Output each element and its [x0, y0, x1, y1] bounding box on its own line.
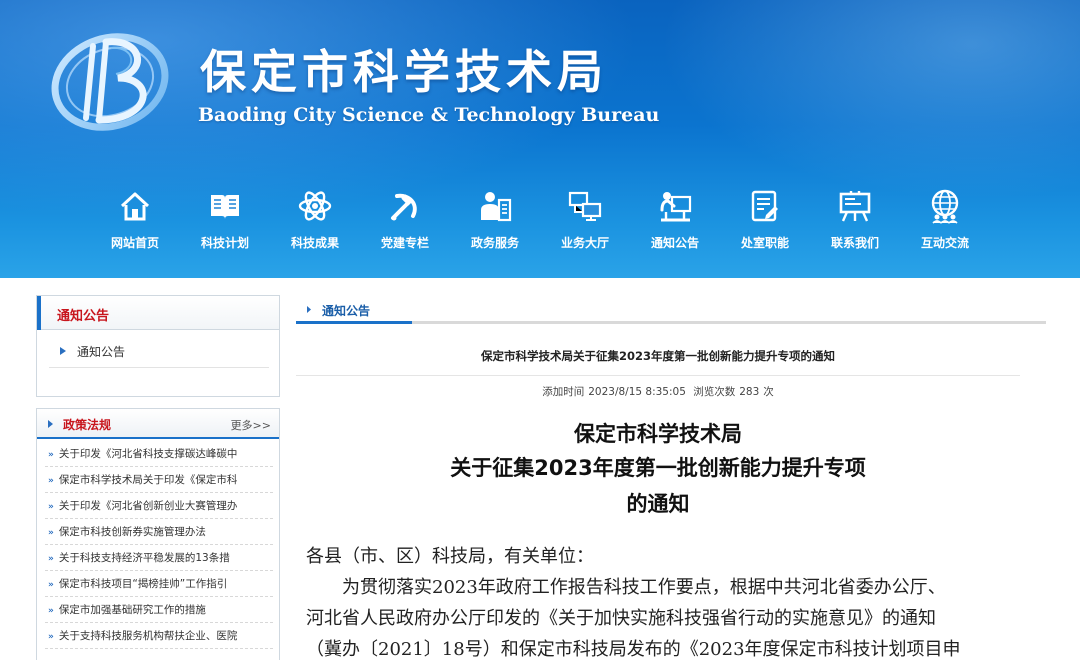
document-edit-icon: [747, 188, 783, 224]
site-subtitle: Baoding City Science & Technology Bureau: [198, 104, 660, 126]
breadcrumb-link[interactable]: 通知公告: [322, 302, 370, 319]
arrow-right-icon: [60, 347, 66, 355]
book-icon: [207, 188, 243, 224]
nav-item-plan[interactable]: 科技计划: [180, 188, 270, 268]
nav-label: 通知公告: [650, 236, 699, 250]
service-person-icon: [477, 188, 513, 224]
list-item[interactable]: » 保定市科学技术局关于印发《保定市科: [45, 467, 273, 493]
accent-bar: [37, 296, 41, 330]
arrow-right-icon: [307, 306, 311, 313]
list-item[interactable]: » 保定市科技创新券实施管理办法: [45, 519, 273, 545]
header-glow-right: [660, 0, 1080, 200]
arrow-right-icon: [48, 420, 53, 428]
policy-box: 政策法规 更多>> » 关于印发《河北省科技支撑碳达峰碳中 » 保定市科学技术局关于…: [36, 408, 280, 660]
sidebar-item-notices[interactable]: 通知公告: [49, 342, 269, 368]
list-item[interactable]: » 保定市科技项目“揭榜挂帅”工作指引: [45, 571, 273, 597]
list-item[interactable]: » 关于支持科技服务机构帮扶企业、医院: [45, 623, 273, 649]
nav-label: 网站首页: [110, 236, 159, 250]
list-item[interactable]: » 关于科技支持经济平稳发展的13条措: [45, 545, 273, 571]
document-body-line: 各县（市、区）科技局，有关单位：: [306, 546, 594, 567]
added-time-value: 2023/8/15 8:35:05: [588, 386, 686, 398]
double-arrow-icon: »: [48, 450, 54, 460]
policy-list: » 关于印发《河北省科技支撑碳达峰碳中 » 保定市科学技术局关于印发《保定市科 » 关…: [45, 441, 273, 649]
document-body-line: 河北省人民政府办公厅印发的《关于加快实施科技强省行动的实施意见》的通知: [306, 608, 936, 629]
nav-item-notices[interactable]: 通知公告: [630, 188, 720, 268]
article-meta: 添加时间 2023/8/15 8:35:05 浏览次数 283 次: [296, 384, 1020, 399]
nav-label: 党建专栏: [380, 236, 429, 250]
list-item[interactable]: » 关于印发《河北省科技支撑碳达峰碳中: [45, 441, 273, 467]
nav-item-home[interactable]: 网站首页: [90, 188, 180, 268]
double-arrow-icon: »: [48, 528, 54, 538]
list-item-text: 关于支持科技服务机构帮扶企业、医院: [58, 630, 238, 642]
views-label: 浏览次数: [693, 386, 736, 398]
nav-item-party[interactable]: 党建专栏: [360, 188, 450, 268]
nav-label: 联系我们: [830, 236, 879, 250]
nav-label: 处室职能: [740, 236, 789, 250]
nav-item-interaction[interactable]: 互动交流: [900, 188, 990, 268]
nav-label: 政务服务: [470, 236, 519, 250]
double-arrow-icon: »: [48, 632, 54, 642]
article-title: 保定市科学技术局关于征集2023年度第一批创新能力提升专项的通知: [480, 349, 835, 363]
list-item-text: 关于印发《河北省科技支撑碳达峰碳中: [58, 448, 238, 460]
added-time-label: 添加时间: [542, 386, 585, 398]
nav-item-gov-service[interactable]: 政务服务: [450, 188, 540, 268]
notice-box-title: 通知公告: [57, 309, 110, 324]
breadcrumb: 通知公告: [296, 296, 1046, 324]
notice-category-box: 通知公告 通知公告: [36, 295, 280, 397]
views-count: 283: [739, 386, 760, 398]
policy-box-title: 政策法规: [63, 418, 112, 432]
document-body-line: 为贯彻落实2023年政府工作报告科技工作要点，根据中共河北省委办公厅、: [306, 577, 946, 598]
nav-label: 科技计划: [200, 236, 249, 250]
announcement-icon: [657, 188, 693, 224]
easel-board-icon: [837, 188, 873, 224]
double-arrow-icon: »: [48, 580, 54, 590]
nav-item-business-hall[interactable]: 业务大厅: [540, 188, 630, 268]
policy-box-header: 政策法规 更多>>: [37, 409, 279, 439]
list-item-text: 关于科技支持经济平稳发展的13条措: [58, 552, 230, 564]
main-nav: 网站首页 科技计划 科技成果 党建专栏 政务服务 业务大厅 通知公告 处室职能 …: [90, 188, 990, 268]
list-item[interactable]: » 关于印发《河北省创新创业大赛管理办: [45, 493, 273, 519]
more-link[interactable]: 更多>>: [231, 417, 271, 433]
views-unit: 次: [763, 386, 774, 398]
document-body-line: （冀办〔2021〕18号）和保定市科技局发布的《2023年度保定市科技计划项目申: [306, 639, 961, 660]
document-heading-line: 的通知: [626, 492, 690, 516]
notice-box-header: 通知公告: [37, 296, 279, 330]
double-arrow-icon: »: [48, 606, 54, 616]
nav-label: 业务大厅: [560, 236, 609, 250]
list-item-text: 保定市加强基础研究工作的措施: [58, 604, 206, 616]
nav-item-achievements[interactable]: 科技成果: [270, 188, 360, 268]
bureau-logo[interactable]: [48, 20, 188, 138]
double-arrow-icon: »: [48, 476, 54, 486]
sidebar-item-label: 通知公告: [77, 345, 126, 359]
document-heading-line: 保定市科学技术局: [574, 422, 742, 446]
double-arrow-icon: »: [48, 502, 54, 512]
double-arrow-icon: »: [48, 554, 54, 564]
list-item-text: 保定市科技创新券实施管理办法: [58, 526, 206, 538]
hammer-sickle-icon: [387, 188, 423, 224]
list-item[interactable]: » 保定市加强基础研究工作的措施: [45, 597, 273, 623]
monitor-network-icon: [567, 188, 603, 224]
divider: [296, 375, 1020, 376]
site-header: 保定市科学技术局 Baoding City Science & Technolo…: [0, 0, 1080, 278]
list-item-text: 保定市科技项目“揭榜挂帅”工作指引: [58, 578, 228, 590]
nav-label: 互动交流: [920, 236, 969, 250]
globe-people-icon: [927, 188, 963, 224]
nav-label: 科技成果: [290, 236, 339, 250]
document-heading-line: 关于征集2023年度第一批创新能力提升专项: [450, 456, 866, 480]
nav-item-contact[interactable]: 联系我们: [810, 188, 900, 268]
list-item-text: 保定市科学技术局关于印发《保定市科: [58, 474, 238, 486]
atom-icon: [297, 188, 333, 224]
breadcrumb-active-underline: [296, 321, 412, 324]
site-title: 保定市科学技术局: [200, 45, 608, 99]
nav-item-departments[interactable]: 处室职能: [720, 188, 810, 268]
home-icon: [117, 188, 153, 224]
list-item-text: 关于印发《河北省创新创业大赛管理办: [58, 500, 238, 512]
